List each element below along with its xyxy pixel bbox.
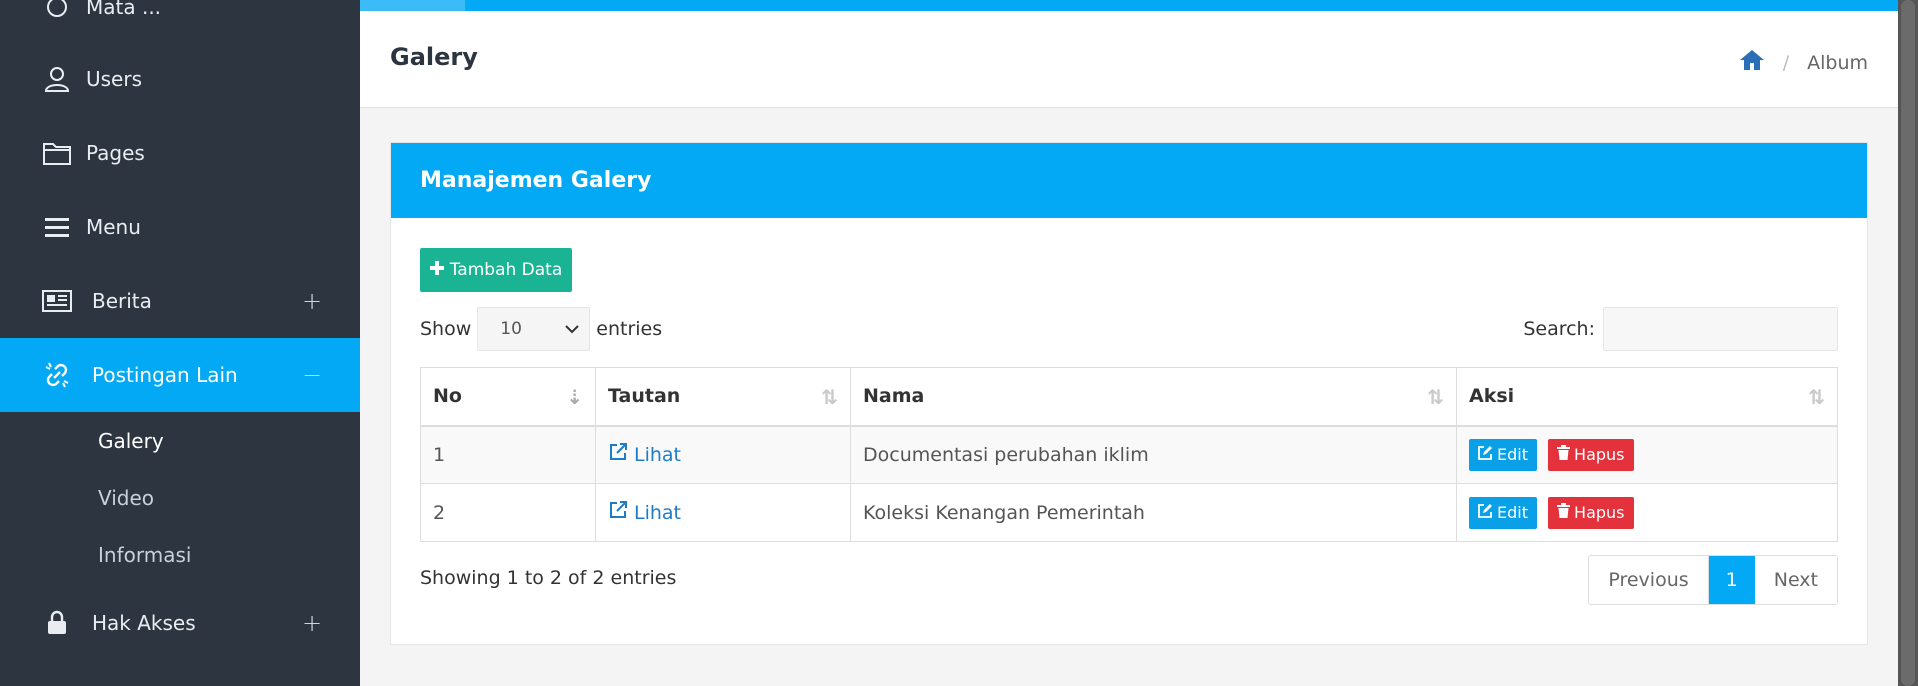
chevron-down-icon [565, 319, 579, 339]
breadcrumb-separator: / [1782, 51, 1790, 74]
breadcrumb-current: Album [1807, 51, 1868, 74]
sidebar-item-label: Mata ... [86, 0, 162, 19]
galery-panel: Manajemen Galery Tambah Data Show 10 ent… [390, 142, 1868, 645]
table-info: Showing 1 to 2 of 2 entries [420, 567, 677, 589]
sort-icon: ⇅ [1808, 385, 1825, 409]
cell-tautan: Lihat [595, 425, 851, 484]
chain-link-icon [42, 360, 72, 390]
column-header-aksi[interactable]: Aksi ⇅ [1456, 367, 1838, 427]
delete-button[interactable]: Hapus [1548, 438, 1634, 471]
sidebar-item-label: Postingan Lain [92, 363, 238, 387]
cell-nama: Documentasi perubahan iklim [850, 425, 1457, 484]
external-link-icon [608, 442, 628, 467]
globe-icon [42, 0, 72, 22]
panel-header: Manajemen Galery [391, 143, 1867, 218]
user-icon [42, 64, 72, 94]
search-control: Search: [1523, 307, 1838, 351]
content-header: Galery / Album [360, 11, 1898, 108]
newspaper-icon [42, 286, 72, 316]
column-header-no[interactable]: No ⇣ [420, 367, 596, 427]
view-link[interactable]: Lihat [608, 442, 681, 467]
cell-aksi: Edit Hapus [1456, 425, 1838, 484]
sidebar-item-label: Menu [86, 215, 141, 239]
hamburger-icon [42, 212, 72, 242]
length-control: Show 10 entries [420, 307, 662, 351]
sidebar-item-pages[interactable]: Pages [0, 116, 360, 190]
search-label: Search: [1523, 318, 1595, 340]
expand-icon[interactable]: + [302, 287, 322, 315]
page-1-button[interactable]: 1 [1708, 556, 1755, 604]
sidebar-subitem-video[interactable]: Video [98, 486, 154, 510]
column-header-tautan[interactable]: Tautan ⇅ [595, 367, 851, 427]
plus-icon [429, 260, 444, 280]
sidebar-subitem-galery[interactable]: Galery [98, 429, 164, 453]
cell-aksi: Edit Hapus [1456, 483, 1838, 542]
column-header-nama[interactable]: Nama ⇅ [850, 367, 1457, 427]
collapse-icon[interactable]: − [302, 361, 322, 389]
home-icon[interactable] [1739, 49, 1765, 76]
scrollbar-thumb[interactable] [1901, 0, 1915, 686]
cell-nama: Koleksi Kenangan Pemerintah [850, 483, 1457, 542]
add-data-button[interactable]: Tambah Data [420, 248, 572, 292]
sort-icon: ⇅ [1427, 385, 1444, 409]
page-title: Galery [390, 43, 478, 71]
sidebar-subitem-informasi[interactable]: Informasi [98, 543, 191, 567]
edit-button[interactable]: Edit [1469, 496, 1537, 529]
sidebar-item-partial[interactable]: Mata ... [0, 0, 360, 44]
pagination: Previous 1 Next [1588, 555, 1838, 605]
sidebar-item-postingan-lain[interactable]: Postingan Lain − [0, 338, 360, 412]
galery-table: No ⇣ Tautan ⇅ Nama ⇅ Aksi ⇅ 1 Lihat Document… [420, 367, 1838, 542]
cell-no: 2 [420, 483, 596, 542]
sidebar-item-label: Users [86, 67, 143, 91]
lock-icon [42, 608, 72, 638]
trash-icon [1557, 445, 1571, 464]
next-button[interactable]: Next [1754, 556, 1837, 604]
cell-tautan: Lihat [595, 483, 851, 542]
external-link-icon [608, 500, 628, 525]
edit-icon [1478, 445, 1493, 464]
view-link[interactable]: Lihat [608, 500, 681, 525]
add-data-label: Tambah Data [449, 260, 563, 280]
search-input[interactable] [1603, 307, 1838, 351]
show-label: Show [420, 318, 472, 340]
sidebar-item-label: Pages [86, 141, 145, 165]
table-header-row: No ⇣ Tautan ⇅ Nama ⇅ Aksi ⇅ [420, 367, 1838, 427]
edit-icon [1478, 503, 1493, 522]
panel-title: Manajemen Galery [420, 168, 652, 193]
sidebar-item-label: Berita [92, 289, 152, 313]
sort-asc-icon: ⇣ [566, 385, 583, 409]
cell-no: 1 [420, 425, 596, 484]
navbar-tab[interactable] [360, 0, 465, 11]
table-row: 1 Lihat Documentasi perubahan iklim Edit [420, 425, 1838, 484]
previous-button[interactable]: Previous [1589, 556, 1709, 604]
trash-icon [1557, 503, 1571, 522]
entries-label: entries [596, 318, 663, 340]
edit-button[interactable]: Edit [1469, 438, 1537, 471]
table-row: 2 Lihat Koleksi Kenangan Pemerintah Edit [420, 483, 1838, 542]
breadcrumb: / Album [1739, 49, 1868, 76]
expand-icon[interactable]: + [302, 609, 322, 637]
sidebar-item-menu[interactable]: Menu [0, 190, 360, 264]
sidebar-item-label: Hak Akses [92, 611, 196, 635]
sidebar-item-hak-akses[interactable]: Hak Akses + [0, 586, 360, 660]
sidebar-item-berita[interactable]: Berita + [0, 264, 360, 338]
sort-icon: ⇅ [821, 385, 838, 409]
delete-button[interactable]: Hapus [1548, 496, 1634, 529]
page-length-value: 10 [500, 319, 522, 339]
top-navbar [360, 0, 1898, 11]
folder-icon [42, 138, 72, 168]
page-length-select[interactable]: 10 [477, 307, 591, 351]
sidebar: Mata ... Users Pages Menu Berita + Posti… [0, 0, 360, 686]
sidebar-item-users[interactable]: Users [0, 42, 360, 116]
